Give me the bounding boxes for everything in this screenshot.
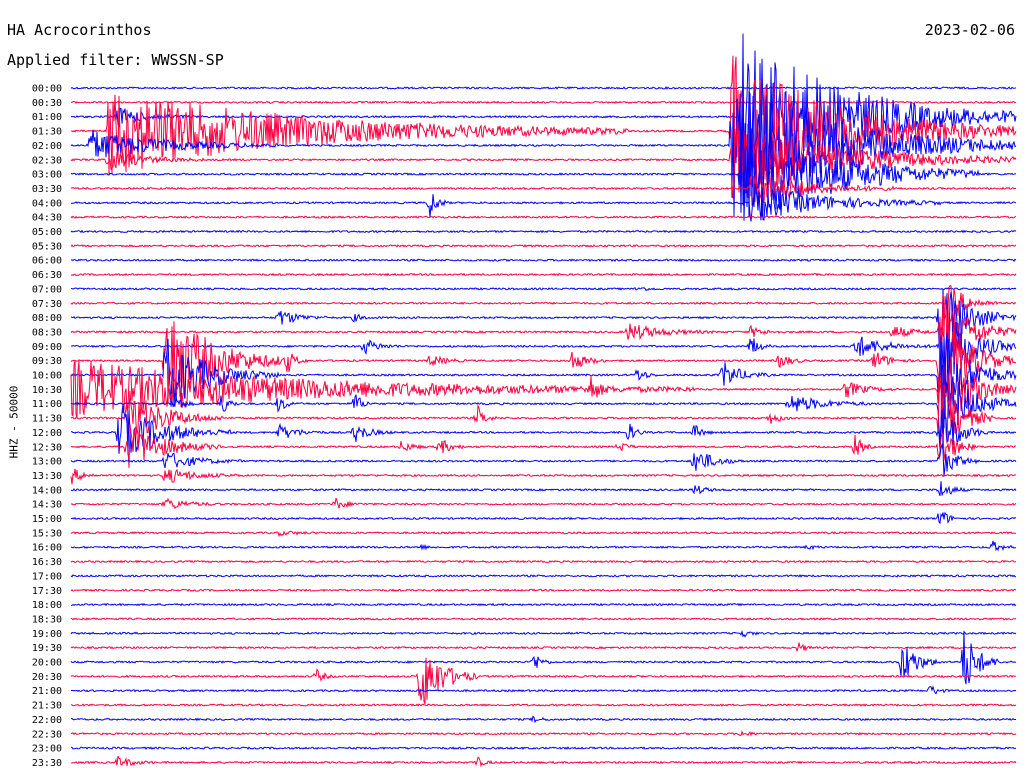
trace-0630 — [70, 272, 1017, 277]
row-time-label: 10:30 — [32, 385, 62, 396]
row-time-label: 22:30 — [32, 729, 62, 740]
row-time-label: 04:00 — [32, 198, 62, 209]
row-time-label: 15:00 — [32, 514, 62, 525]
trace-1300 — [70, 442, 1017, 477]
row-time-label: 04:30 — [32, 213, 62, 224]
row-time-label: 21:00 — [32, 686, 62, 697]
trace-2230 — [71, 729, 1017, 737]
row-time-label: 17:30 — [32, 586, 62, 597]
trace-0200 — [70, 91, 1017, 217]
trace-1400 — [70, 481, 1017, 496]
trace-group — [70, 33, 1017, 768]
row-time-label: 05:00 — [32, 227, 62, 238]
row-time-label: 08:30 — [32, 327, 62, 338]
tick-label-group: 00:00 00:30 01:00 01:30 02:00 02:30 03:00 03:30… — [32, 84, 62, 769]
trace-1730 — [70, 588, 1017, 593]
row-time-label: 17:00 — [32, 571, 62, 582]
row-time-label: 12:30 — [32, 442, 62, 453]
row-time-label: 20:00 — [32, 658, 62, 669]
trace-1630 — [70, 559, 1017, 564]
trace-1330 — [70, 468, 1017, 485]
trace-0730 — [70, 285, 1017, 317]
row-time-label: 09:00 — [32, 342, 62, 353]
row-time-label: 03:30 — [32, 184, 62, 195]
row-time-label: 22:00 — [32, 715, 62, 726]
row-time-label: 02:00 — [32, 141, 62, 152]
trace-2130 — [70, 703, 1017, 707]
trace-2300 — [70, 746, 1017, 750]
row-time-label: 08:00 — [32, 313, 62, 324]
trace-2330 — [70, 755, 1017, 768]
row-time-label: 23:30 — [32, 758, 62, 769]
trace-0700 — [70, 287, 1017, 292]
trace-0530 — [70, 244, 1017, 248]
row-time-label: 10:00 — [32, 371, 62, 382]
trace-2200 — [70, 715, 1016, 724]
row-time-label: 14:30 — [32, 500, 62, 511]
row-time-label: 16:00 — [32, 543, 62, 554]
trace-2030 — [70, 657, 1017, 705]
trace-1700 — [70, 573, 1017, 578]
row-time-label: 18:30 — [32, 614, 62, 625]
row-time-label: 14:00 — [32, 485, 62, 496]
row-time-label: 00:30 — [32, 98, 62, 109]
trace-1900 — [70, 629, 1017, 638]
helicorder-plot: 00:00 00:30 01:00 01:30 02:00 02:30 03:00 03:30… — [32, 33, 1017, 769]
trace-0800 — [70, 288, 1017, 347]
row-time-label: 13:00 — [32, 457, 62, 468]
trace-1430 — [70, 497, 1017, 510]
row-time-label: 19:30 — [32, 643, 62, 654]
row-time-label: 18:00 — [32, 600, 62, 611]
row-time-label: 07:00 — [32, 284, 62, 295]
trace-0600 — [70, 258, 1017, 263]
row-time-label: 03:00 — [32, 170, 62, 181]
row-time-label: 16:30 — [32, 557, 62, 568]
trace-1930 — [70, 642, 1017, 653]
row-time-label: 05:30 — [32, 241, 62, 252]
row-time-label: 11:00 — [32, 399, 62, 410]
trace-0030 — [70, 100, 1017, 105]
trace-1500 — [70, 511, 1017, 525]
trace-0430 — [70, 215, 1017, 219]
row-time-label: 23:00 — [32, 744, 62, 755]
trace-2100 — [70, 685, 1017, 695]
trace-1800 — [70, 602, 1017, 607]
trace-0500 — [70, 229, 1017, 234]
row-time-label: 11:30 — [32, 414, 62, 425]
row-time-label: 09:30 — [32, 356, 62, 367]
trace-1530 — [70, 530, 1017, 538]
trace-1130 — [70, 383, 1017, 444]
row-time-label: 07:30 — [32, 299, 62, 310]
row-time-label: 02:30 — [32, 155, 62, 166]
row-time-label: 12:00 — [32, 428, 62, 439]
row-time-label: 00:00 — [32, 84, 62, 95]
row-time-label: 20:30 — [32, 672, 62, 683]
row-time-label: 06:00 — [32, 256, 62, 267]
row-time-label: 21:30 — [32, 701, 62, 712]
row-time-label: 15:30 — [32, 528, 62, 539]
row-time-label: 19:00 — [32, 629, 62, 640]
row-time-label: 06:30 — [32, 270, 62, 281]
row-time-label: 13:30 — [32, 471, 62, 482]
trace-1830 — [70, 617, 1017, 621]
trace-0000 — [70, 86, 1017, 90]
row-time-label: 01:30 — [32, 127, 62, 138]
trace-0400 — [71, 183, 1017, 222]
row-time-label: 01:00 — [32, 112, 62, 123]
trace-1600 — [70, 540, 1016, 552]
